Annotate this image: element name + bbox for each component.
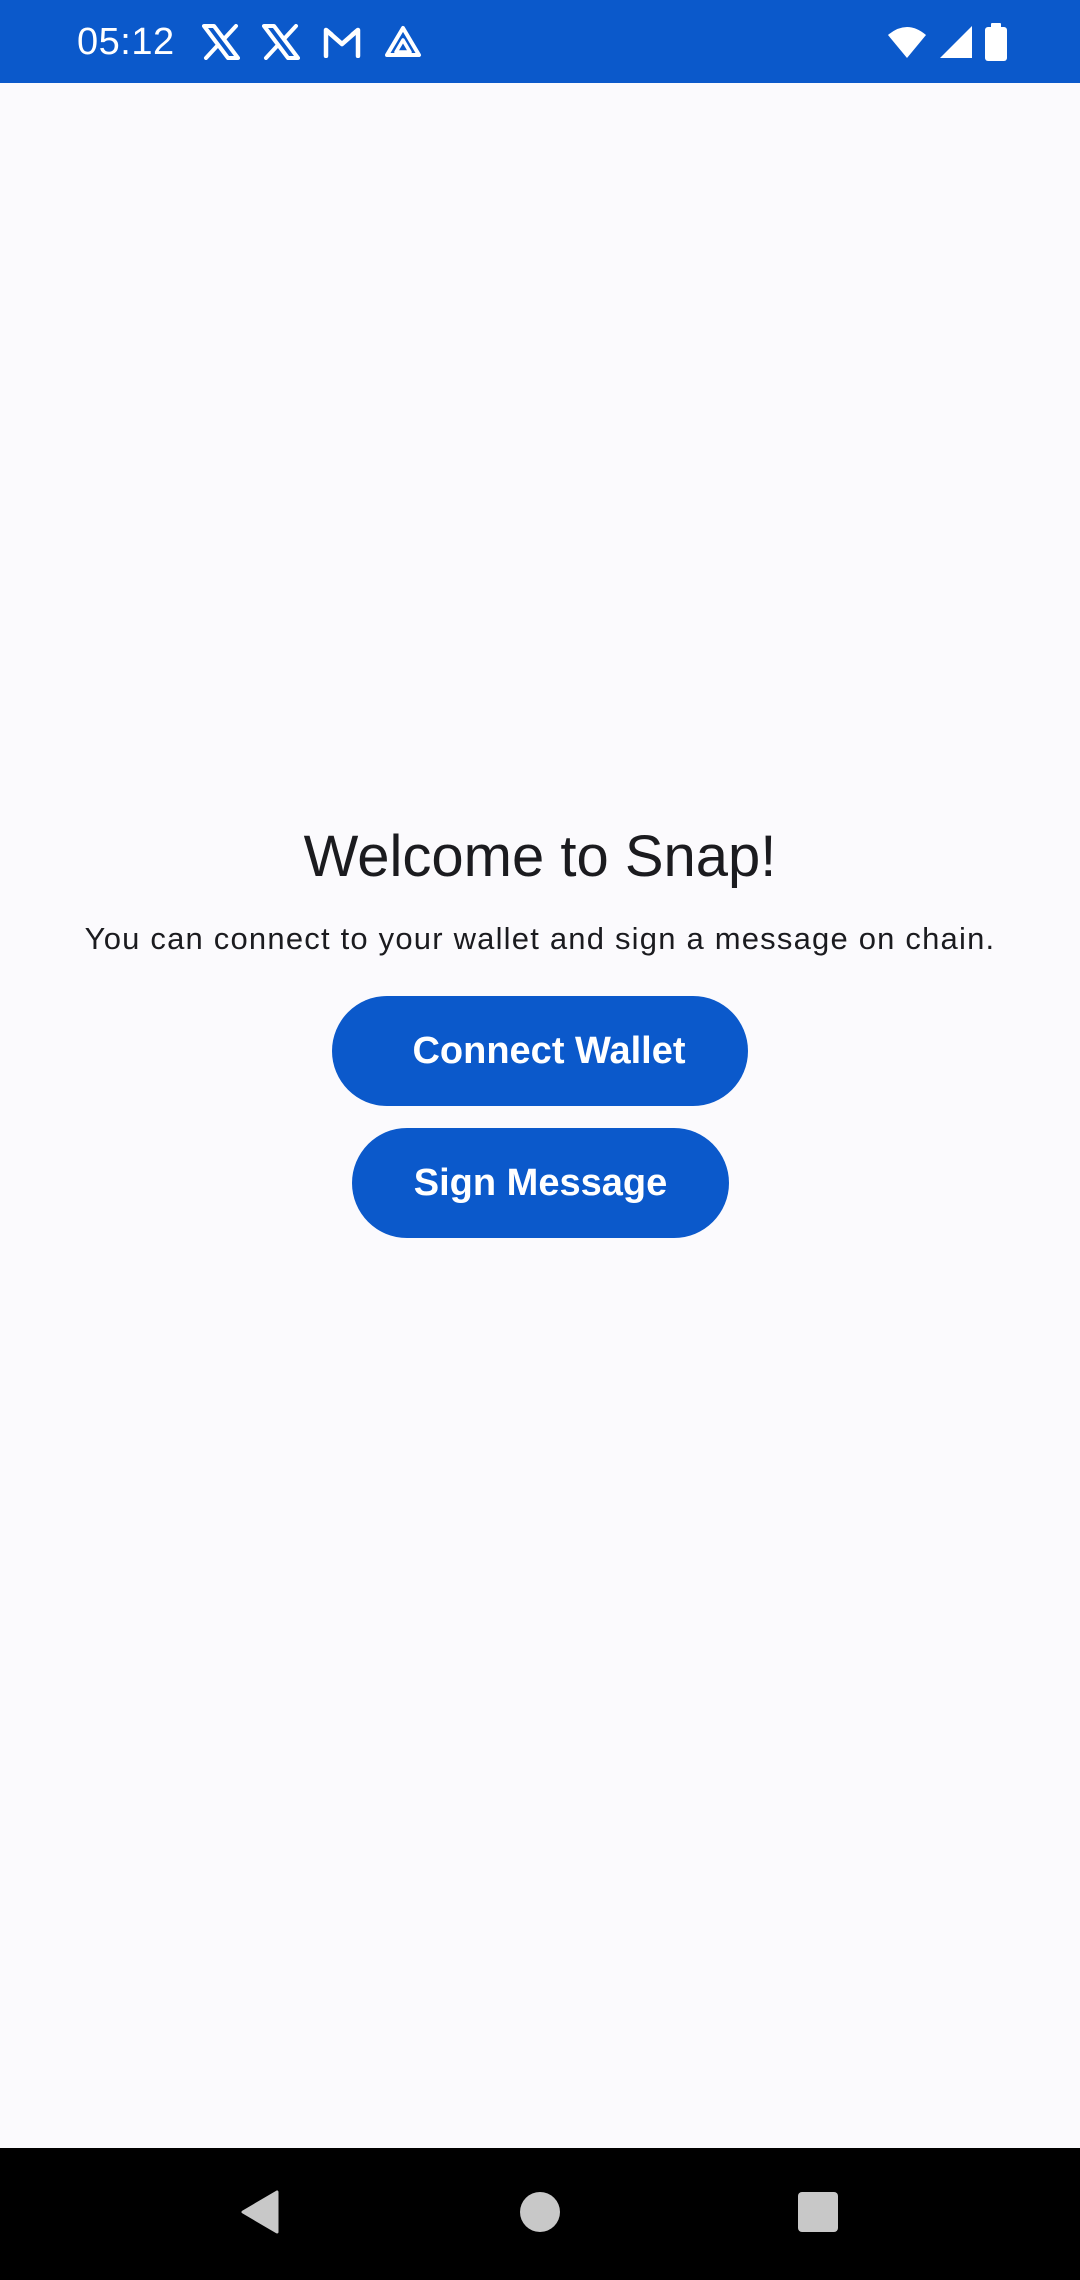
welcome-subtitle: You can connect to your wallet and sign … [84, 921, 996, 956]
recents-icon [797, 2191, 839, 2238]
connect-wallet-button[interactable]: Connect Wallet [332, 996, 748, 1106]
navigation-bar [0, 2148, 1080, 2280]
system-icons [887, 22, 1007, 62]
sign-message-button[interactable]: Sign Message [352, 1128, 729, 1238]
recents-button[interactable] [738, 2148, 898, 2280]
wifi-icon [887, 25, 927, 59]
main-content [0, 83, 1080, 2148]
welcome-title: Welcome to Snap! [303, 824, 777, 889]
status-time: 05:12 [77, 21, 175, 63]
notification-icons [202, 22, 422, 62]
signal-icon [939, 25, 973, 59]
home-button[interactable] [460, 2148, 620, 2280]
gmail-icon [322, 26, 362, 58]
status-bar: 05:12 [0, 0, 1080, 83]
back-icon [239, 2189, 281, 2240]
home-icon [519, 2191, 561, 2238]
battery-icon [985, 23, 1007, 61]
back-button[interactable] [180, 2148, 340, 2280]
x-icon [262, 24, 300, 60]
x-icon [202, 24, 240, 60]
drive-icon [384, 25, 422, 59]
